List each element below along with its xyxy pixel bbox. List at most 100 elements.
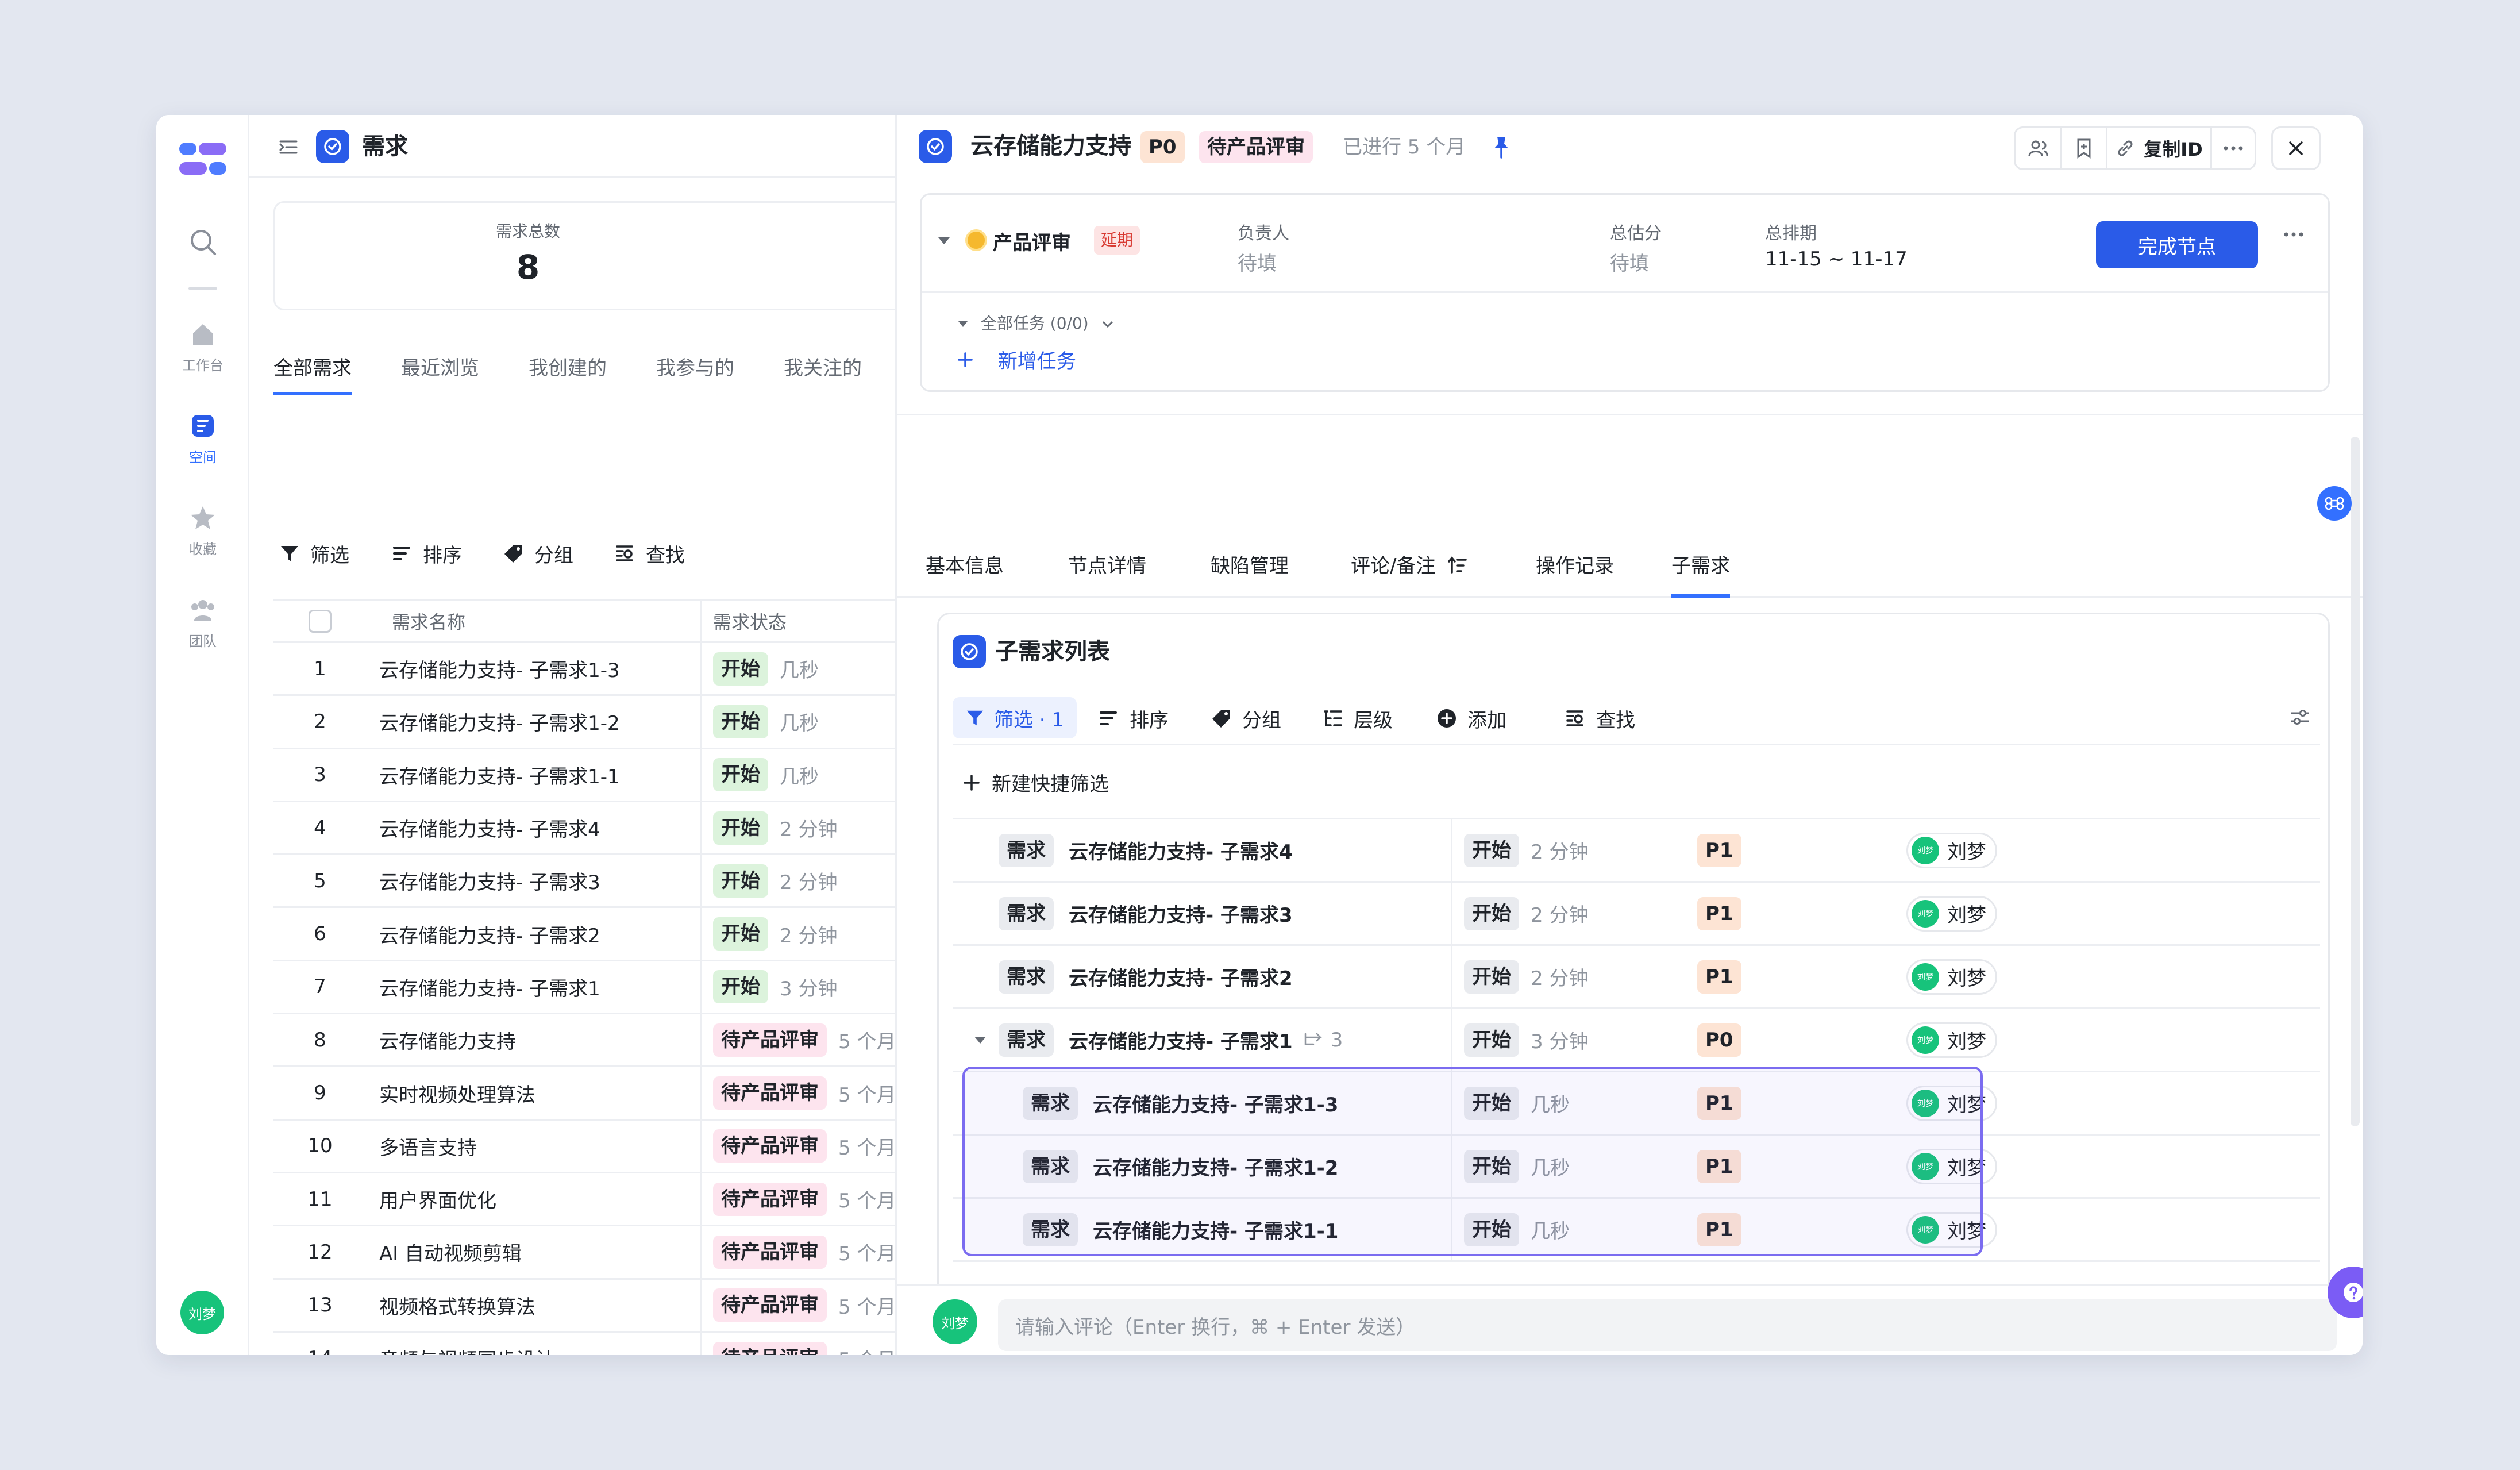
sub-requirement-row[interactable]: 需求 云存储能力支持- 子需求2 开始 2 分钟 P1 刘梦 刘梦 [953,946,2320,1009]
sidebar-item-workbench[interactable]: 工作台 [156,321,249,374]
status-badge[interactable]: 开始 [713,652,768,686]
complete-node-button[interactable]: 完成节点 [2096,221,2258,268]
sidebar-item-favorites[interactable]: 收藏 [156,505,249,558]
owner-chip[interactable]: 刘梦 刘梦 [1906,832,1997,868]
sub-requirement-name[interactable]: 云存储能力支持- 子需求1 [1069,1026,1293,1054]
tab-all[interactable]: 全部需求 [273,348,352,395]
requirement-name[interactable]: AI 自动视频剪辑 [367,1226,700,1277]
status-badge[interactable]: 待产品评审 [713,1235,827,1269]
hierarchy-button[interactable]: 层级 [1323,704,1393,733]
requirement-name[interactable]: 云存储能力支持- 子需求1-2 [367,696,700,747]
column-header-status[interactable]: 需求状态 [700,601,895,641]
sidebar-item-space[interactable]: 空间 [156,413,249,466]
node-name[interactable]: 产品评审 [993,227,1071,255]
status-badge[interactable]: 待产品评审 [713,1182,827,1216]
table-row[interactable]: 9 实时视频处理算法 待产品评审 5 个月 [273,1067,895,1121]
requirement-name[interactable]: 用户界面优化 [367,1173,700,1225]
tab-comments[interactable]: 评论/备注 [1351,546,1468,598]
group-button[interactable]: 分组 [1211,704,1281,733]
owner-value[interactable]: 待填 [1238,248,1277,276]
new-quick-filter-button[interactable]: 新建快捷筛选 [963,768,1109,796]
status-badge[interactable]: 开始 [1464,960,1519,994]
table-row[interactable]: 3 云存储能力支持- 子需求1-1 开始 几秒 [273,749,895,802]
collapse-node-icon[interactable] [937,235,951,247]
tab-basic-info[interactable]: 基本信息 [926,546,1004,598]
detail-title[interactable]: 云存储能力支持 [970,129,1131,163]
group-button[interactable]: 分组 [503,539,573,568]
app-logo-icon[interactable] [179,139,226,180]
table-row[interactable]: 5 云存储能力支持- 子需求3 开始 2 分钟 [273,855,895,909]
requirement-name[interactable]: 云存储能力支持- 子需求3 [367,855,700,906]
status-badge[interactable]: 开始 [713,705,768,738]
child-count[interactable]: 3 [1303,1029,1343,1052]
tab-sub-requirements[interactable]: 子需求 [1671,546,1730,598]
status-badge[interactable]: 开始 [713,864,768,898]
tab-node-details[interactable]: 节点详情 [1068,546,1146,598]
table-row[interactable]: 6 云存储能力支持- 子需求2 开始 2 分钟 [273,908,895,961]
schedule-value[interactable]: 11-15 ~ 11-17 [1765,248,1908,271]
sub-requirement-name[interactable]: 云存储能力支持- 子需求2 [1069,963,1293,991]
status-badge[interactable]: 待产品评审 [1199,131,1313,163]
priority-badge[interactable]: P0 [1697,1023,1741,1057]
owner-chip[interactable]: 刘梦 刘梦 [1906,895,1997,932]
filter-button[interactable]: 筛选 [279,539,349,568]
requirement-name[interactable]: 云存储能力支持- 子需求2 [367,908,700,959]
find-button[interactable]: 查找 [615,539,685,568]
sort-button[interactable]: 排序 [392,539,462,568]
status-badge[interactable]: 待产品评审 [713,1076,827,1110]
status-badge[interactable]: 待产品评审 [713,1129,827,1163]
settings-sliders-icon[interactable] [2289,706,2311,728]
table-row[interactable]: 13 视频格式转换算法 待产品评审 5 个月 [273,1279,895,1333]
sub-requirement-row[interactable]: 需求 云存储能力支持- 子需求1 3 开始 3 分钟 P0 刘梦 刘梦 [953,1009,2320,1072]
table-row[interactable]: 4 云存储能力支持- 子需求4 开始 2 分钟 [273,802,895,856]
add-task-button[interactable]: 新增任务 [957,345,1076,374]
tab-created[interactable]: 我创建的 [529,348,607,395]
bookmark-button[interactable] [2062,128,2107,168]
requirement-name[interactable]: 多语言支持 [367,1121,700,1172]
table-row[interactable]: 10 多语言支持 待产品评审 5 个月 [273,1120,895,1173]
select-all-checkbox[interactable] [309,609,332,633]
comment-input[interactable]: 请输入评论（Enter 换行，⌘ + Enter 发送） [998,1299,2337,1351]
sub-requirement-name[interactable]: 云存储能力支持- 子需求3 [1069,899,1293,928]
requirement-name[interactable]: 云存储能力支持- 子需求1-3 [367,643,700,694]
table-row[interactable]: 14 音频与视频同步设计 待产品评审 5 个月 [273,1332,895,1355]
scrollbar[interactable] [2351,437,2360,1126]
status-badge[interactable]: 待产品评审 [713,1288,827,1322]
requirement-name[interactable]: 音频与视频同步设计 [367,1333,700,1355]
filter-button-active[interactable]: 筛选 · 1 [953,697,1077,738]
status-badge[interactable]: 开始 [1464,1023,1519,1057]
find-button[interactable]: 查找 [1565,704,1635,733]
collapse-sidebar-icon[interactable] [277,136,300,159]
all-tasks-toggle[interactable]: 全部任务 (0/0) [957,311,1115,334]
requirement-name[interactable]: 云存储能力支持- 子需求4 [367,802,700,853]
more-button[interactable] [2212,128,2255,168]
search-icon[interactable] [188,228,218,257]
expand-toggle-icon[interactable] [973,1035,987,1045]
owner-chip[interactable]: 刘梦 刘梦 [1906,1022,1997,1058]
table-row[interactable]: 11 用户界面优化 待产品评审 5 个月 [273,1173,895,1227]
members-button[interactable] [2016,128,2062,168]
status-badge[interactable]: 开始 [1464,833,1519,867]
table-row[interactable]: 2 云存储能力支持- 子需求1-2 开始 几秒 [273,696,895,749]
status-badge[interactable]: 开始 [713,917,768,951]
sidebar-item-team[interactable]: 团队 [156,597,249,650]
priority-badge[interactable]: P1 [1697,960,1741,994]
sub-requirement-name[interactable]: 云存储能力支持- 子需求4 [1069,836,1293,864]
requirement-name[interactable]: 视频格式转换算法 [367,1280,700,1331]
sub-requirement-row[interactable]: 需求 云存储能力支持- 子需求4 开始 2 分钟 P1 刘梦 刘梦 [953,819,2320,883]
tab-history[interactable]: 操作记录 [1536,546,1614,598]
column-header-name[interactable]: 需求名称 [367,601,700,641]
table-row[interactable]: 7 云存储能力支持- 子需求1 开始 3 分钟 [273,961,895,1015]
node-more-icon[interactable] [2283,232,2304,237]
status-badge[interactable]: 待产品评审 [713,1341,827,1355]
requirement-name[interactable]: 实时视频处理算法 [367,1067,700,1118]
copy-id-button[interactable]: 复制ID [2107,128,2212,168]
pin-icon[interactable] [1489,134,1514,160]
requirement-name[interactable]: 云存储能力支持- 子需求1-1 [367,749,700,801]
add-button[interactable]: 添加 [1436,704,1506,733]
table-row[interactable]: 12 AI 自动视频剪辑 待产品评审 5 个月 [273,1226,895,1280]
status-badge[interactable]: 开始 [713,811,768,845]
table-row[interactable]: 1 云存储能力支持- 子需求1-3 开始 几秒 [273,643,895,696]
owner-chip[interactable]: 刘梦 刘梦 [1906,959,1997,995]
status-badge[interactable]: 开始 [713,970,768,1004]
